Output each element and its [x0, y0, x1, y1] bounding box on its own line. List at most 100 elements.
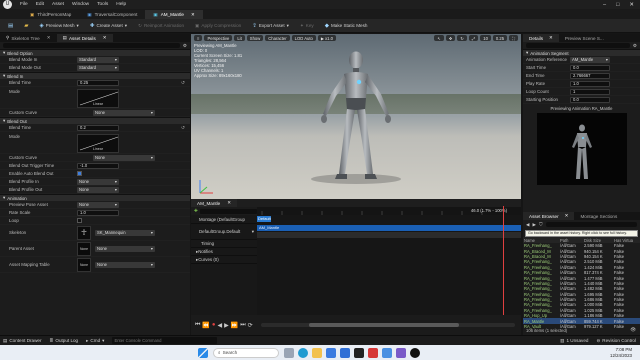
blend-time-out-field[interactable]: 0.2	[77, 124, 119, 131]
record-icon[interactable]: ●	[212, 322, 216, 328]
track-curves[interactable]: ▸ Curves (0)	[191, 256, 257, 264]
revision-control-button[interactable]: ⊖ Revision Control	[596, 338, 636, 344]
custom-curve-in-select[interactable]: None ▾	[93, 109, 155, 116]
character-button[interactable]: Character	[265, 35, 290, 41]
viewport-options-button[interactable]: ≡	[194, 35, 203, 41]
playback-speed-button[interactable]: ▶ x1.0	[317, 35, 336, 41]
reset-icon[interactable]: ↺	[181, 125, 185, 131]
blend-in-curve-preview[interactable]: Linear	[77, 89, 119, 108]
asset-mapping-thumbnail[interactable]: None	[77, 257, 91, 272]
tab-am-mantle[interactable]: ▣ AM_Mantle ✕	[145, 10, 203, 19]
maximize-viewport-icon[interactable]: ⛶	[509, 35, 518, 41]
track-notifies[interactable]: ▸ Notifies	[191, 248, 257, 256]
track-area[interactable]: Default AM_Mantle	[257, 206, 521, 325]
custom-curve-out-select[interactable]: None ▾	[93, 154, 155, 161]
playhead-line[interactable]	[503, 206, 504, 325]
details-search-input[interactable]	[526, 43, 630, 48]
menu-edit[interactable]: Edit	[32, 2, 48, 7]
tab-close-icon[interactable]: ✕	[227, 200, 231, 206]
parent-asset-select[interactable]: None ▾	[95, 245, 155, 252]
parent-asset-thumbnail[interactable]: None	[77, 241, 91, 256]
app-red-icon[interactable]	[368, 347, 378, 358]
scale-snap-button[interactable]: 0.25	[492, 35, 508, 41]
settings-icon[interactable]: ⚙	[633, 43, 637, 49]
reimport-button[interactable]: ↻ Reimport Animation	[134, 21, 188, 31]
blend-profile-in-select[interactable]: None ▾	[77, 178, 119, 185]
content-drawer-button[interactable]: ▤ Content Drawer	[3, 338, 42, 344]
task-view-icon[interactable]	[284, 347, 294, 358]
tab-close-icon[interactable]: ✕	[47, 35, 51, 41]
step-forward-icon[interactable]: ⏩	[231, 322, 238, 329]
track-timing[interactable]: Timing	[191, 240, 257, 248]
unsaved-button[interactable]: ▥ 1 Unsaved	[560, 338, 588, 344]
filter-icon[interactable]: ⛉	[539, 222, 542, 227]
show-button[interactable]: Show	[246, 35, 264, 41]
loop-checkbox[interactable]	[77, 218, 82, 223]
tab-close-icon[interactable]: ✕	[103, 35, 107, 41]
maximize-icon[interactable]: □	[616, 2, 619, 8]
preview-pose-select[interactable]: None ▾	[77, 201, 119, 208]
output-log-button[interactable]: ≣ Output Log	[50, 338, 79, 344]
tab-thirdpersonmap[interactable]: ▣ ThirdPersonMap	[22, 10, 79, 19]
store-icon[interactable]	[326, 347, 336, 358]
tab-close-icon[interactable]: ✕	[191, 12, 195, 18]
create-asset-button[interactable]: ✚ Create Asset ▾	[86, 21, 131, 31]
export-asset-button[interactable]: ⇪ Export Asset ▾	[248, 21, 293, 31]
skeleton-select[interactable]: SK_Mannequin ▾	[95, 229, 155, 236]
end-time-field[interactable]: 2.766667	[570, 72, 610, 79]
blend-mode-in-select[interactable]: Standard ▾	[77, 56, 119, 63]
blend-profile-out-select[interactable]: None ▾	[77, 186, 119, 193]
menu-asset[interactable]: Asset	[48, 2, 68, 7]
rate-scale-field[interactable]: 1.0	[77, 209, 119, 216]
browse-button[interactable]: ▰	[20, 21, 32, 31]
app-dark-icon[interactable]	[354, 347, 364, 358]
animation-reference-select[interactable]: AM_Mantle ▾	[570, 56, 610, 63]
animation-preview[interactable]	[536, 113, 627, 185]
track-default-group[interactable]: DefaultGroup.Default ▾	[191, 224, 257, 240]
preview-mesh-button[interactable]: ◈ Preview Mesh ▾	[35, 21, 82, 31]
taskbar-search[interactable]: ⌕ Search	[213, 347, 279, 358]
skip-back-icon[interactable]: ⏮	[195, 322, 200, 329]
scrollbar-thumb[interactable]	[308, 323, 459, 327]
file-explorer-icon[interactable]	[312, 347, 322, 358]
view-options-icon[interactable]: 👁	[630, 327, 636, 333]
menu-tools[interactable]: Tools	[93, 2, 112, 7]
starting-position-field[interactable]: 0.0	[570, 96, 610, 103]
montage-segment-bar[interactable]: AM_Mantle	[257, 225, 521, 231]
timeline-scrollbar[interactable]	[260, 323, 515, 327]
save-button[interactable]: ▤	[4, 21, 17, 31]
blend-mode-out-select[interactable]: Standard ▾	[77, 64, 119, 71]
preview-viewport[interactable]: ≡ Perspective Lit Show Character LOD Aut…	[191, 34, 521, 199]
skip-forward-icon[interactable]: ⏭	[240, 322, 245, 329]
menu-help[interactable]: Help	[112, 2, 130, 7]
unreal-taskbar-icon[interactable]	[410, 347, 420, 358]
skeleton-thumbnail[interactable]: ☥	[77, 225, 91, 240]
console-command-input[interactable]: Enter Console Command	[112, 337, 218, 344]
section-animation-segment[interactable]: ▾ Animation Segment	[523, 49, 640, 56]
browser-search-input[interactable]	[545, 222, 637, 227]
select-mode-icon[interactable]: ↖	[434, 35, 444, 41]
edge-icon[interactable]	[298, 347, 308, 358]
scale-icon[interactable]: ⤢	[468, 35, 479, 41]
tab-asset-details[interactable]: ▤ Asset Details ✕	[56, 34, 113, 42]
lit-button[interactable]: Lit	[234, 35, 245, 41]
reverse-icon[interactable]: ◀	[218, 322, 223, 329]
app-l-icon[interactable]	[340, 347, 350, 358]
taskbar-clock[interactable]: 7:08 PM 12/24/2023	[610, 347, 640, 358]
key-button[interactable]: ✦ Key	[296, 21, 318, 31]
default-section-marker[interactable]: Default	[257, 216, 271, 222]
tab-montage-sections[interactable]: Montage Sections	[574, 212, 623, 220]
app-blue-icon[interactable]	[382, 347, 392, 358]
blend-out-curve-preview[interactable]: Linear	[77, 134, 119, 153]
tab-close-icon[interactable]: ✕	[549, 35, 553, 41]
close-icon[interactable]: ✕	[629, 2, 634, 8]
app-purple-icon[interactable]	[396, 347, 406, 358]
tab-preview-scene[interactable]: Preview Scene S...	[559, 34, 610, 42]
translate-icon[interactable]: ✥	[445, 35, 456, 41]
tab-details[interactable]: Details ✕	[523, 34, 559, 42]
tab-skeleton-tree[interactable]: ⚲ Skeleton Tree ✕	[0, 34, 57, 42]
lod-button[interactable]: LOD Auto	[291, 35, 316, 41]
loop-count-field[interactable]: 1	[570, 88, 610, 95]
forward-arrow-icon[interactable]: ▶	[533, 222, 537, 228]
start-time-field[interactable]: 0.0	[570, 64, 610, 71]
